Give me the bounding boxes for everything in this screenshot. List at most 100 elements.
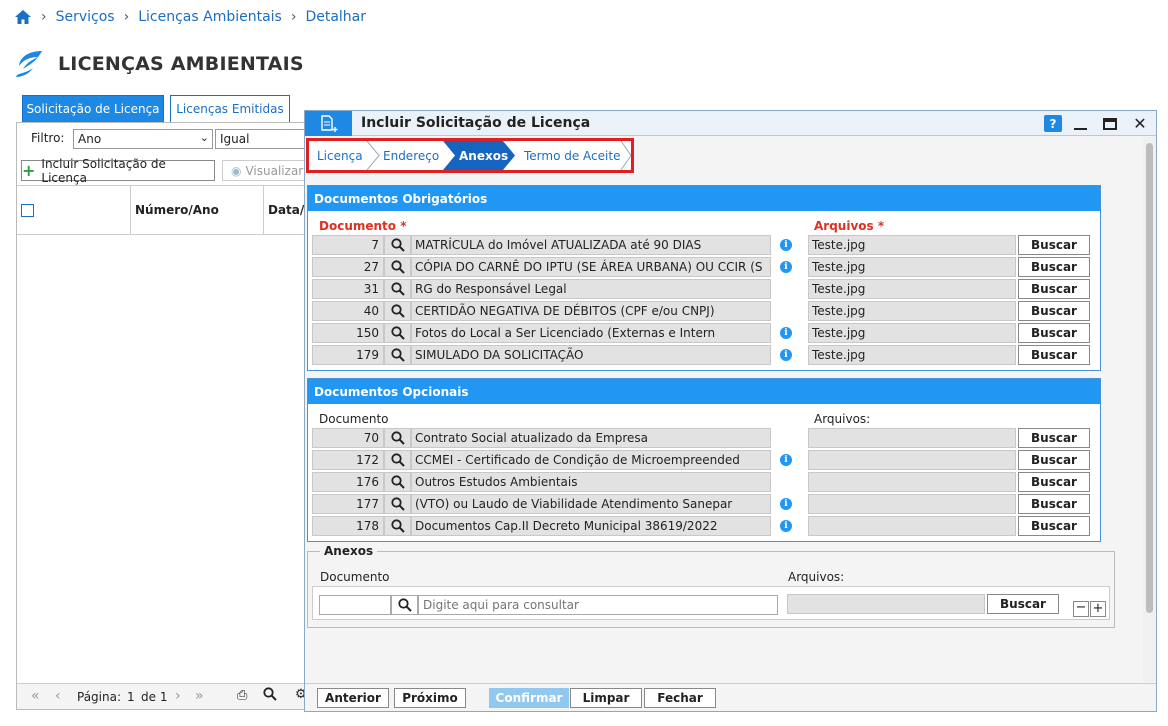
document-search-button[interactable]: [384, 472, 411, 492]
info-icon[interactable]: i: [780, 520, 792, 532]
buscar-button[interactable]: Buscar: [1018, 516, 1090, 536]
home-icon[interactable]: [14, 9, 32, 25]
buscar-button[interactable]: Buscar: [1018, 279, 1090, 299]
step-licenca[interactable]: Licença: [317, 143, 363, 168]
document-row: 172 CCMEI - Certificado de Condição de Mi…: [312, 450, 774, 470]
document-code[interactable]: 7: [312, 235, 384, 255]
page-header: LICENÇAS AMBIENTAIS: [14, 50, 304, 78]
document-row: 27 CÓPIA DO CARNÊ DO IPTU (SE ÁREA URBANA…: [312, 257, 774, 277]
anexos-buscar-button[interactable]: Buscar: [987, 594, 1059, 614]
vertical-scrollbar[interactable]: [1143, 137, 1156, 682]
attached-file: Teste.jpg: [808, 235, 1016, 255]
pager: « ‹ Página: 1 de 1 › » ⎙ ⚙: [17, 683, 307, 709]
filter-field-select[interactable]: Ano ⌄: [73, 129, 213, 149]
anterior-button[interactable]: Anterior: [317, 688, 389, 708]
col-numero-ano[interactable]: Número/Ano: [135, 203, 219, 217]
step-endereco[interactable]: Endereço: [383, 143, 439, 168]
anexos-search-input[interactable]: [418, 595, 778, 615]
anterior-label: Anterior: [325, 691, 381, 705]
close-button[interactable]: ✕: [1130, 114, 1150, 133]
document-search-button[interactable]: [384, 345, 411, 365]
document-code[interactable]: 177: [312, 494, 384, 514]
info-icon[interactable]: i: [780, 327, 792, 339]
buscar-button[interactable]: Buscar: [1018, 301, 1090, 321]
proximo-button[interactable]: Próximo: [394, 688, 466, 708]
pager-page[interactable]: 1: [127, 690, 135, 704]
help-button[interactable]: ?: [1044, 115, 1062, 132]
limpar-button[interactable]: Limpar: [570, 688, 642, 708]
anexos-search-button[interactable]: [391, 595, 418, 615]
next-page-icon[interactable]: ›: [175, 688, 181, 704]
limpar-label: Limpar: [582, 691, 630, 705]
buscar-button[interactable]: Buscar: [1018, 472, 1090, 492]
document-search-button[interactable]: [384, 450, 411, 470]
remove-row-button[interactable]: −: [1073, 601, 1089, 617]
buscar-button[interactable]: Buscar: [1018, 235, 1090, 255]
include-solicitacao-button[interactable]: + Incluir Solicitação de Licença: [21, 157, 215, 185]
document-description: Outros Estudos Ambientais: [411, 472, 771, 492]
buscar-button[interactable]: Buscar: [1018, 428, 1090, 448]
last-page-icon[interactable]: »: [195, 688, 204, 704]
buscar-label: Buscar: [1031, 519, 1077, 533]
search-icon[interactable]: [263, 687, 277, 704]
scrollbar-thumb[interactable]: [1146, 143, 1153, 613]
breadcrumb-detalhar[interactable]: Detalhar: [305, 9, 366, 25]
view-button[interactable]: ◉ Visualizar: [222, 160, 312, 181]
doc-label-text: Documento: [319, 219, 397, 233]
document-description: Fotos do Local a Ser Licenciado (Externa…: [411, 323, 771, 343]
document-search-button[interactable]: [384, 279, 411, 299]
info-icon[interactable]: i: [780, 498, 792, 510]
select-all-checkbox[interactable]: [21, 204, 34, 217]
buscar-button[interactable]: Buscar: [1018, 257, 1090, 277]
document-search-button[interactable]: [384, 235, 411, 255]
search-icon: [390, 497, 405, 511]
minimize-button[interactable]: [1070, 114, 1090, 133]
maximize-icon: [1103, 117, 1117, 130]
document-search-button[interactable]: [384, 301, 411, 321]
document-code[interactable]: 27: [312, 257, 384, 277]
tab-solicitacao[interactable]: Solicitação de Licença: [22, 95, 164, 123]
buscar-label: Buscar: [1031, 453, 1077, 467]
info-icon[interactable]: i: [780, 261, 792, 273]
buscar-button[interactable]: Buscar: [1018, 323, 1090, 343]
filter-op-select[interactable]: Igual: [215, 129, 307, 149]
document-code[interactable]: 40: [312, 301, 384, 321]
maximize-button[interactable]: [1100, 114, 1120, 133]
confirmar-button[interactable]: Confirmar: [489, 688, 569, 708]
tab-licencas-emitidas[interactable]: Licenças Emitidas: [170, 95, 290, 123]
document-code[interactable]: 179: [312, 345, 384, 365]
attached-file: [808, 516, 1016, 536]
buscar-label: Buscar: [1031, 238, 1077, 252]
document-search-button[interactable]: [384, 494, 411, 514]
breadcrumb-licencas[interactable]: Licenças Ambientais: [138, 9, 282, 25]
document-code[interactable]: 31: [312, 279, 384, 299]
search-icon: [390, 475, 405, 489]
pager-of: de 1: [141, 690, 168, 704]
prev-page-icon[interactable]: ‹: [55, 688, 61, 704]
document-code[interactable]: 150: [312, 323, 384, 343]
document-search-button[interactable]: [384, 257, 411, 277]
info-icon[interactable]: i: [780, 454, 792, 466]
fechar-button[interactable]: Fechar: [644, 688, 716, 708]
eye-icon: ◉: [231, 163, 242, 178]
add-row-button[interactable]: +: [1090, 601, 1106, 617]
first-page-icon[interactable]: «: [31, 688, 40, 704]
document-search-button[interactable]: [384, 428, 411, 448]
document-search-button[interactable]: [384, 323, 411, 343]
info-icon[interactable]: i: [780, 349, 792, 361]
print-icon[interactable]: ⎙: [237, 688, 247, 703]
buscar-button[interactable]: Buscar: [1018, 494, 1090, 514]
required-mark: *: [400, 219, 407, 233]
document-code[interactable]: 70: [312, 428, 384, 448]
buscar-button[interactable]: Buscar: [1018, 345, 1090, 365]
document-search-button[interactable]: [384, 516, 411, 536]
document-code[interactable]: 178: [312, 516, 384, 536]
step-termo-aceite[interactable]: Termo de Aceite: [524, 143, 620, 168]
document-code[interactable]: 176: [312, 472, 384, 492]
breadcrumb-servicos[interactable]: Serviços: [56, 9, 115, 25]
buscar-button[interactable]: Buscar: [1018, 450, 1090, 470]
info-icon[interactable]: i: [780, 239, 792, 251]
anexos-code-input[interactable]: [319, 595, 391, 615]
document-code[interactable]: 172: [312, 450, 384, 470]
step-anexos[interactable]: Anexos: [459, 143, 508, 168]
